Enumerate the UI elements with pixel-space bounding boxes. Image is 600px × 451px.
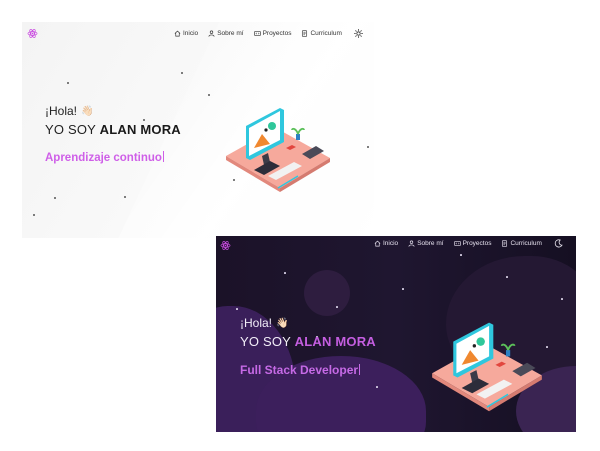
nav-inicio-label: Inicio: [183, 30, 199, 37]
typewriter-tagline: Full Stack Developer: [240, 363, 376, 377]
workspace-illustration: [432, 322, 542, 412]
star: [376, 386, 378, 388]
star: [54, 197, 56, 199]
document-icon: [302, 30, 308, 37]
document-icon: [502, 240, 508, 247]
folder-code-icon: [453, 240, 461, 247]
wave-emoji: 👋🏻: [81, 105, 94, 117]
nav-sobre-mi-label: Sobre mí: [217, 30, 244, 37]
intro-text: YO SOY: [45, 122, 96, 137]
sun-icon[interactable]: [353, 29, 363, 38]
typewriter-tagline: Aprendizaje continuo: [45, 151, 181, 164]
name-heading: YO SOY ALAN MORA: [240, 334, 376, 349]
star: [181, 72, 183, 74]
nav-proyectos[interactable]: Proyectos: [453, 240, 492, 247]
star: [208, 94, 210, 96]
nav-inicio[interactable]: Inicio: [174, 30, 198, 37]
intro-text: YO SOY: [240, 334, 291, 349]
nav-inicio[interactable]: Inicio: [374, 240, 398, 247]
nav-proyectos-label: Proyectos: [462, 240, 492, 247]
greeting-text: ¡Hola!: [45, 104, 78, 118]
background-blob: [304, 270, 350, 316]
nav-inicio-label: Inicio: [383, 240, 399, 247]
nav-sobre-mi-label: Sobre mí: [417, 240, 444, 247]
wave-emoji: 👋🏻: [276, 317, 289, 329]
workspace-illustration: [226, 108, 330, 192]
top-navigation: Inicio Sobre mí Proyectos Curriculum: [374, 239, 563, 248]
star: [561, 298, 563, 300]
name-heading: YO SOY ALAN MORA: [45, 122, 181, 137]
greeting-text: ¡Hola!: [240, 316, 273, 330]
typing-cursor: [162, 151, 164, 162]
name-text: ALAN MORA: [99, 122, 181, 137]
folder-code-icon: [253, 30, 261, 37]
star: [402, 288, 404, 290]
user-icon: [408, 240, 415, 247]
nav-curriculum-label: Curriculum: [510, 240, 542, 247]
hero-section: ¡Hola! 👋🏻 YO SOY ALAN MORA Full Stack De…: [240, 316, 376, 377]
star: [460, 254, 462, 256]
star: [284, 272, 286, 274]
star: [367, 146, 369, 148]
top-navigation: Inicio Sobre mí Proyectos Curriculum: [174, 29, 363, 38]
star: [236, 308, 238, 310]
star: [336, 306, 338, 308]
star: [33, 214, 35, 216]
home-icon: [174, 30, 181, 37]
star: [506, 276, 508, 278]
home-icon: [374, 240, 381, 247]
nav-curriculum[interactable]: Curriculum: [301, 30, 342, 37]
nav-proyectos[interactable]: Proyectos: [253, 30, 292, 37]
nav-curriculum[interactable]: Curriculum: [501, 240, 542, 247]
nav-curriculum-label: Curriculum: [310, 30, 342, 37]
light-mode-screenshot: Inicio Sobre mí Proyectos Curriculum ¡Ho…: [22, 22, 374, 238]
nav-sobre-mi[interactable]: Sobre mí: [208, 30, 244, 37]
greeting: ¡Hola! 👋🏻: [240, 316, 376, 330]
tagline-text: Aprendizaje continuo: [45, 152, 162, 164]
user-icon: [208, 30, 215, 37]
hero-section: ¡Hola! 👋🏻 YO SOY ALAN MORA Aprendizaje c…: [45, 104, 181, 164]
greeting: ¡Hola! 👋🏻: [45, 104, 181, 118]
tagline-text: Full Stack Developer: [240, 363, 359, 377]
react-logo-icon[interactable]: [27, 28, 38, 39]
dark-mode-screenshot: Inicio Sobre mí Proyectos Curriculum ¡Ho…: [216, 236, 576, 432]
name-text: ALAN MORA: [294, 334, 376, 349]
star: [124, 196, 126, 198]
react-logo-icon[interactable]: [220, 240, 231, 251]
nav-sobre-mi[interactable]: Sobre mí: [408, 240, 444, 247]
nav-proyectos-label: Proyectos: [262, 30, 292, 37]
typing-cursor: [359, 364, 361, 375]
star: [67, 82, 69, 84]
moon-icon[interactable]: [554, 239, 563, 248]
